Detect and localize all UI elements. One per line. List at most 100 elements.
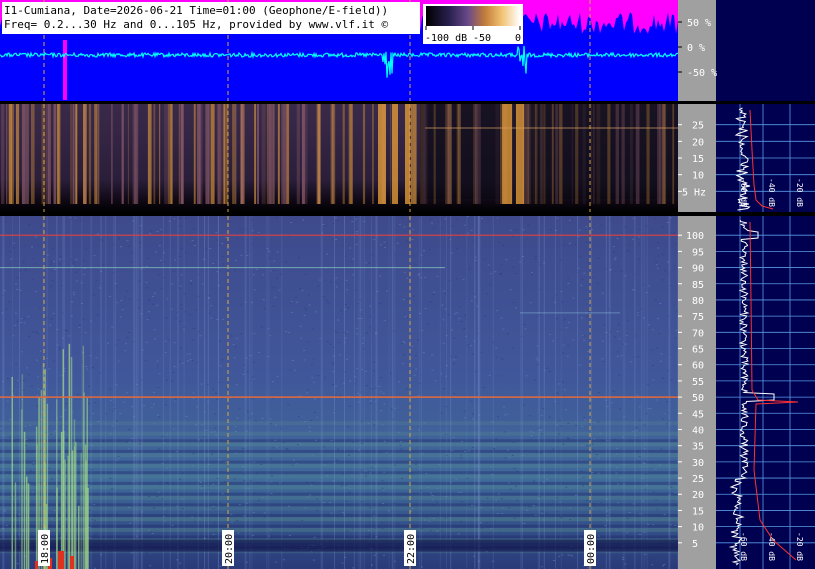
noise — [78, 326, 81, 328]
noise — [562, 443, 565, 445]
noise — [550, 229, 552, 231]
noise — [451, 449, 454, 451]
noise — [178, 287, 181, 289]
noise — [58, 520, 61, 522]
noise — [214, 413, 217, 415]
noise — [658, 266, 661, 268]
noise — [111, 326, 114, 328]
noise — [184, 217, 187, 219]
low-streak — [348, 104, 353, 204]
spectral-gap — [0, 514, 685, 517]
noise — [322, 296, 325, 298]
noise — [385, 452, 388, 454]
noise — [60, 256, 62, 258]
noise — [651, 564, 654, 566]
noise — [219, 565, 222, 567]
low-streak — [57, 104, 60, 204]
noise — [273, 260, 275, 262]
noise — [647, 408, 650, 410]
noise — [270, 493, 273, 494]
noise — [336, 459, 338, 461]
noise — [290, 301, 293, 303]
noise — [516, 470, 519, 472]
low-streak — [410, 104, 413, 204]
low-streak — [268, 104, 272, 204]
noise — [383, 471, 386, 473]
noise — [335, 217, 337, 219]
noise — [310, 484, 313, 486]
main-db-label: -20 dB — [795, 532, 804, 561]
noise — [181, 362, 184, 364]
noise — [606, 460, 609, 462]
noise — [411, 473, 414, 475]
noise — [31, 279, 34, 281]
noise — [117, 236, 120, 238]
noise — [563, 389, 566, 391]
noise — [164, 340, 167, 342]
noise — [546, 367, 549, 369]
noise — [429, 301, 432, 303]
noise — [364, 475, 367, 477]
noise — [403, 226, 406, 228]
noise — [27, 315, 30, 317]
noise — [618, 236, 621, 238]
noise — [403, 299, 405, 301]
noise — [117, 339, 120, 341]
noise — [523, 324, 526, 325]
noise — [398, 381, 400, 383]
noise — [239, 333, 242, 335]
noise — [146, 318, 149, 320]
noise — [581, 278, 584, 280]
noise — [565, 486, 568, 488]
main-streak — [334, 216, 335, 569]
noise — [635, 430, 638, 432]
time-label-3: 00:00 — [584, 530, 597, 566]
noise — [212, 533, 215, 535]
noise — [442, 342, 445, 344]
noise — [212, 483, 215, 485]
noise — [269, 423, 272, 425]
noise — [24, 270, 27, 272]
noise — [460, 457, 463, 459]
main-tick-label: 35 — [692, 442, 704, 453]
noise — [276, 251, 279, 253]
time-label-1: 20:00 — [222, 530, 235, 566]
noise — [101, 239, 104, 241]
noise — [205, 458, 208, 460]
noise — [260, 326, 263, 328]
noise — [373, 554, 376, 556]
noise — [526, 509, 529, 511]
noise — [493, 446, 496, 448]
noise — [597, 472, 600, 474]
noise — [498, 533, 501, 535]
noise — [9, 250, 12, 252]
noise — [380, 410, 383, 412]
noise — [463, 224, 466, 226]
noise — [365, 262, 368, 264]
noise — [443, 290, 446, 292]
noise — [581, 317, 583, 319]
noise — [402, 341, 405, 343]
noise — [327, 534, 329, 536]
low-streak — [621, 104, 625, 204]
amp-tick-label: 0 % — [687, 43, 705, 54]
low-streak — [318, 104, 321, 204]
noise — [654, 468, 657, 470]
main-streak — [359, 216, 361, 569]
low-streak — [658, 104, 661, 204]
noise — [339, 394, 342, 396]
noise — [620, 271, 623, 273]
noise — [315, 311, 318, 313]
noise — [540, 429, 543, 431]
noise — [650, 558, 653, 560]
noise — [153, 423, 156, 425]
main-streak — [251, 216, 253, 569]
main-streak — [344, 216, 345, 569]
noise — [256, 482, 259, 483]
noise — [253, 493, 256, 495]
noise — [160, 288, 163, 290]
main-streak — [136, 216, 137, 569]
noise — [33, 263, 36, 265]
noise — [224, 297, 227, 299]
noise — [314, 398, 317, 400]
